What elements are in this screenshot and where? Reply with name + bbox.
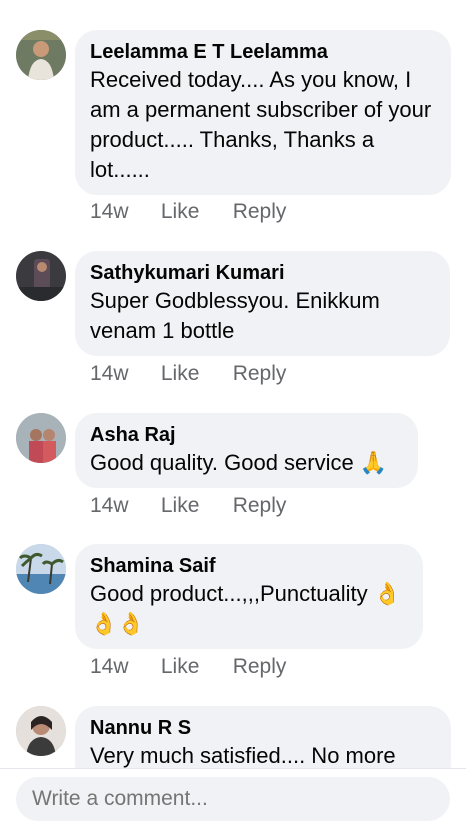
top-edge bbox=[0, 0, 466, 8]
avatar[interactable] bbox=[16, 30, 66, 80]
comment-text: Good product...,,,Punctuality 👌👌👌 bbox=[90, 581, 402, 636]
comment-composer-bar bbox=[0, 768, 466, 821]
like-button[interactable]: Like bbox=[161, 200, 227, 224]
reply-button[interactable]: Reply bbox=[233, 362, 287, 386]
avatar[interactable] bbox=[16, 544, 66, 594]
comment-bubble: Sathykumari Kumari Super Godblessyou. En… bbox=[75, 251, 450, 356]
comment-text: Received today.... As you know, I am a p… bbox=[90, 67, 432, 182]
comment-text-content: Good quality. Good service 🙏 bbox=[90, 450, 388, 475]
like-button[interactable]: Like bbox=[161, 655, 227, 679]
avatar[interactable] bbox=[16, 413, 66, 463]
comment-bubble: Shamina Saif Good product...,,,Punctuali… bbox=[75, 544, 423, 649]
comment-text: Super Godblessyou. Enikkum venam 1 bottl… bbox=[90, 288, 380, 343]
comment-actions: 14w Like Reply bbox=[90, 655, 286, 679]
comment-text: Very much satisfied.... No more bbox=[90, 743, 396, 768]
avatar[interactable] bbox=[16, 251, 66, 301]
comment-author[interactable]: Nannu R S bbox=[90, 715, 435, 741]
avatar-photo-icon bbox=[16, 413, 66, 463]
like-button[interactable]: Like bbox=[161, 494, 227, 518]
reply-button[interactable]: Reply bbox=[233, 494, 287, 518]
comment-actions: 14w Like Reply bbox=[90, 362, 286, 386]
comment-actions: 14w Like Reply bbox=[90, 494, 286, 518]
avatar[interactable] bbox=[16, 706, 66, 756]
comment-bubble: Leelamma E T Leelamma Received today....… bbox=[75, 30, 451, 195]
reply-button[interactable]: Reply bbox=[233, 200, 287, 224]
comment-timestamp[interactable]: 14w bbox=[90, 200, 155, 224]
avatar-photo-icon bbox=[16, 251, 66, 301]
avatar-photo-icon bbox=[16, 706, 66, 756]
reply-button[interactable]: Reply bbox=[233, 655, 287, 679]
write-comment-input[interactable] bbox=[16, 777, 450, 821]
comment-timestamp[interactable]: 14w bbox=[90, 362, 155, 386]
comment-timestamp[interactable]: 14w bbox=[90, 494, 155, 518]
comment-author[interactable]: Shamina Saif bbox=[90, 553, 407, 579]
comment-bubble: Asha Raj Good quality. Good service 🙏 bbox=[75, 413, 418, 488]
comment-timestamp[interactable]: 14w bbox=[90, 655, 155, 679]
avatar-photo-icon bbox=[16, 544, 66, 594]
comment-author[interactable]: Leelamma E T Leelamma bbox=[90, 39, 435, 65]
comment-text: Good quality. Good service 🙏 bbox=[90, 448, 402, 478]
avatar-photo-icon bbox=[16, 30, 66, 80]
like-button[interactable]: Like bbox=[161, 362, 227, 386]
comment-author[interactable]: Asha Raj bbox=[90, 422, 402, 448]
comment-author[interactable]: Sathykumari Kumari bbox=[90, 260, 434, 286]
comment-actions: 14w Like Reply bbox=[90, 200, 286, 224]
